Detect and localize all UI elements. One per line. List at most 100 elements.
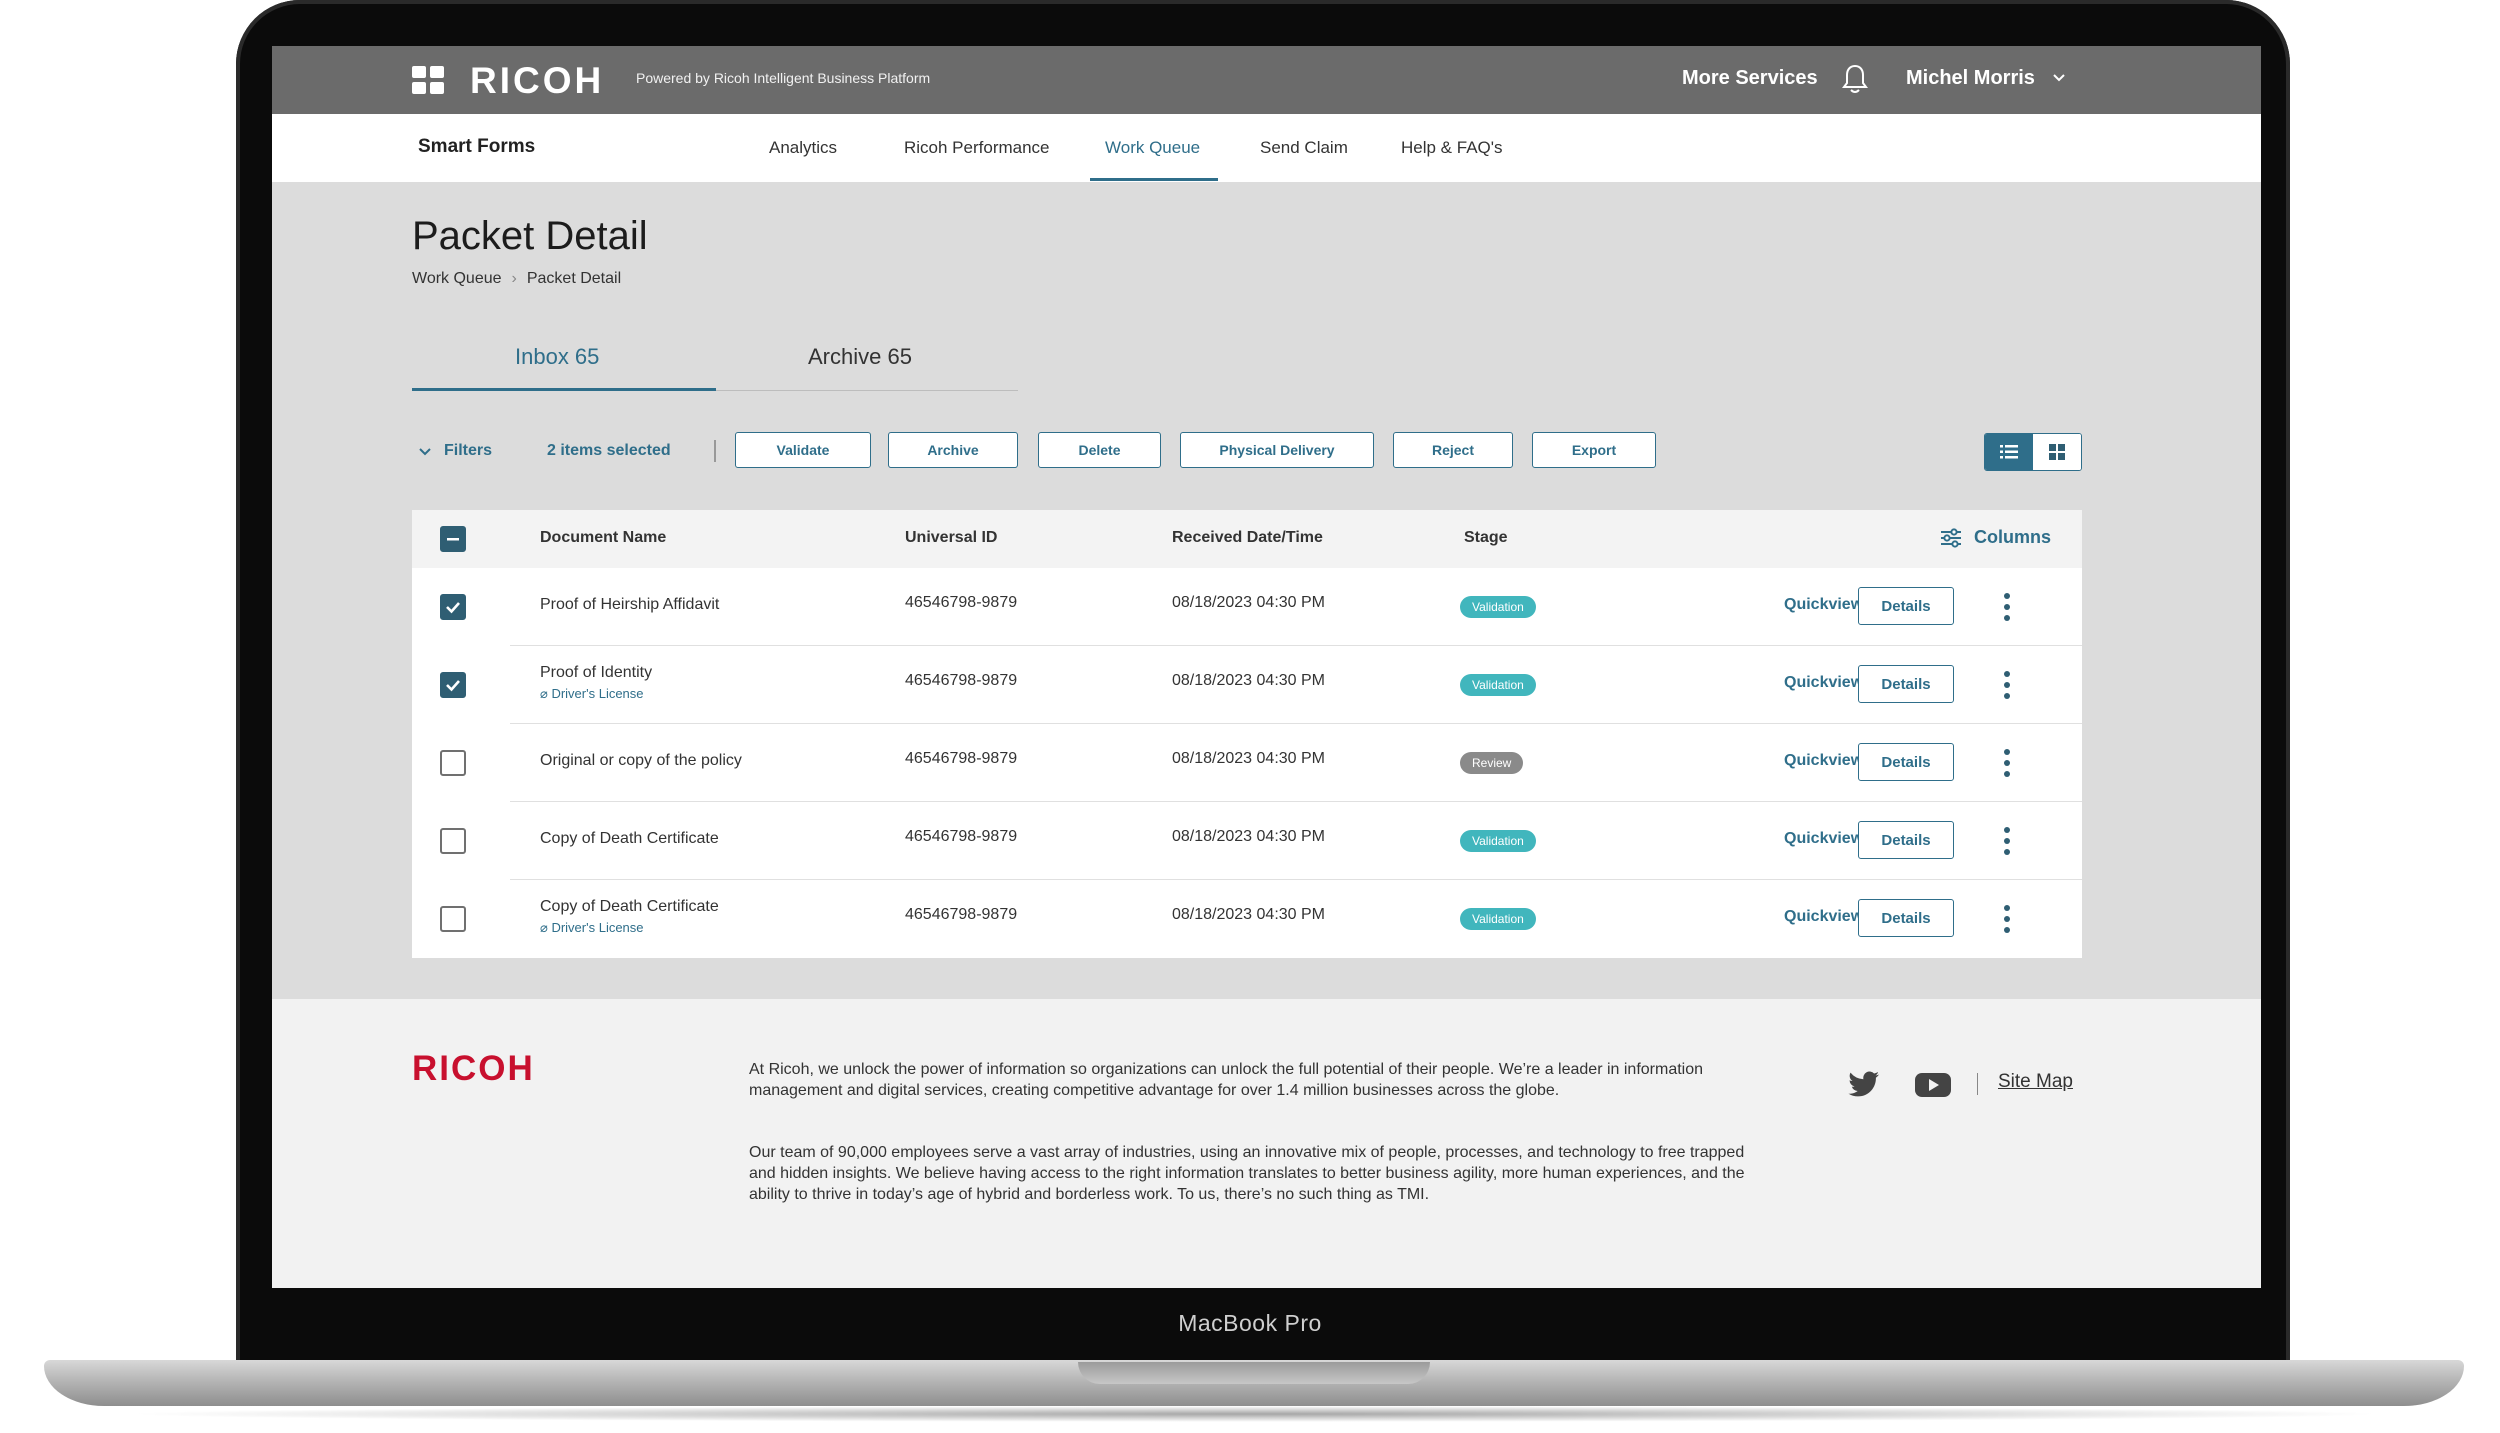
main-nav: Smart Forms Analytics Ricoh Performance … (272, 114, 2261, 182)
archive-button[interactable]: Archive (888, 432, 1018, 468)
universal-id: 46546798-9879 (905, 906, 1018, 923)
details-button[interactable]: Details (1858, 743, 1954, 781)
list-icon (2000, 445, 2018, 459)
received-date: 08/18/2023 04:30 PM (1172, 828, 1326, 845)
nav-tab-send-claim[interactable]: Send Claim (1260, 138, 1348, 158)
nav-tab-help-faq[interactable]: Help & FAQ's (1401, 138, 1503, 158)
quickview-link[interactable]: Quickview (1784, 674, 1863, 692)
received-date: 08/18/2023 04:30 PM (1172, 750, 1326, 767)
row-checkbox[interactable] (440, 906, 466, 932)
document-name[interactable]: Copy of Death Certificate (540, 898, 719, 916)
more-options-icon[interactable] (2002, 593, 2012, 621)
validate-button[interactable]: Validate (735, 432, 871, 468)
column-universal-id[interactable]: Universal ID (905, 529, 997, 547)
minus-icon (447, 538, 459, 541)
quickview-link[interactable]: Quickview (1784, 752, 1863, 770)
laptop-notch (1078, 1362, 1430, 1384)
tab-archive[interactable]: Archive 65 (808, 344, 912, 370)
footer-logo[interactable]: RICOH (412, 1049, 535, 1089)
row-checkbox[interactable] (440, 750, 466, 776)
breadcrumb-work-queue[interactable]: Work Queue (412, 270, 502, 287)
row-checkbox[interactable] (440, 828, 466, 854)
attachment-link[interactable]: ⌀ Driver's License (540, 686, 644, 702)
row-checkbox[interactable] (440, 594, 466, 620)
documents-table: Document Name Universal ID Received Date… (412, 510, 2082, 958)
powered-by-text: Powered by Ricoh Intelligent Business Pl… (636, 70, 931, 86)
chevron-right-icon: › (511, 270, 517, 287)
attachment-link[interactable]: ⌀ Driver's License (540, 920, 644, 936)
nav-tab-analytics[interactable]: Analytics (769, 138, 837, 158)
export-button[interactable]: Export (1532, 432, 1656, 468)
stage-badge: Validation (1460, 674, 1536, 696)
document-name[interactable]: Proof of Identity (540, 664, 652, 682)
document-name[interactable]: Proof of Heirship Affidavit (540, 596, 719, 614)
more-options-icon[interactable] (2002, 827, 2012, 855)
physical-delivery-button[interactable]: Physical Delivery (1180, 432, 1374, 468)
details-button[interactable]: Details (1858, 821, 1954, 859)
delete-button[interactable]: Delete (1038, 432, 1161, 468)
stage-badge: Validation (1460, 830, 1536, 852)
table-row[interactable]: Proof of Identity ⌀ Driver's License 465… (412, 646, 2082, 724)
product-name[interactable]: Smart Forms (418, 136, 535, 158)
more-options-icon[interactable] (2002, 671, 2012, 699)
nav-tab-ricoh-performance[interactable]: Ricoh Performance (904, 138, 1050, 158)
table-header: Document Name Universal ID Received Date… (412, 510, 2082, 568)
select-all-checkbox[interactable] (440, 526, 466, 552)
bell-icon[interactable] (1840, 63, 1870, 95)
twitter-icon[interactable] (1848, 1071, 1880, 1099)
more-options-icon[interactable] (2002, 905, 2012, 933)
youtube-icon[interactable] (1914, 1071, 1952, 1099)
details-button[interactable]: Details (1858, 587, 1954, 625)
footer-paragraph-1: At Ricoh, we unlock the power of informa… (749, 1061, 1704, 1099)
received-date: 08/18/2023 04:30 PM (1172, 906, 1326, 923)
received-date: 08/18/2023 04:30 PM (1172, 594, 1326, 611)
stage-badge: Validation (1460, 596, 1536, 618)
column-document-name[interactable]: Document Name (540, 529, 666, 547)
table-row[interactable]: Copy of Death Certificate ⌀ Driver's Lic… (412, 880, 2082, 958)
sliders-icon (1941, 528, 1961, 548)
grid-view-button[interactable] (2033, 434, 2081, 470)
footer: RICOH At Ricoh, we unlock the power of i… (272, 999, 2261, 1288)
details-button[interactable]: Details (1858, 665, 1954, 703)
site-map-link[interactable]: Site Map (1998, 1071, 2073, 1093)
column-received-date[interactable]: Received Date/Time (1172, 529, 1323, 547)
list-view-button[interactable] (1985, 434, 2033, 470)
table-row[interactable]: Original or copy of the policy 46546798-… (412, 724, 2082, 802)
active-tab-indicator (1090, 178, 1218, 181)
selected-count: 2 items selected (547, 442, 671, 459)
chevron-down-icon[interactable] (2050, 68, 2068, 86)
view-toggle (1984, 433, 2082, 471)
apps-grid-icon[interactable] (412, 66, 446, 96)
table-row[interactable]: Copy of Death Certificate 46546798-9879 … (412, 802, 2082, 880)
tab-inbox[interactable]: Inbox 65 (515, 344, 599, 370)
column-stage[interactable]: Stage (1464, 529, 1508, 547)
stage-badge: Review (1460, 752, 1524, 774)
stage-badge: Validation (1460, 908, 1536, 930)
more-services-link[interactable]: More Services (1682, 67, 1818, 90)
filters-toggle[interactable]: Filters (418, 442, 492, 460)
nav-tab-work-queue[interactable]: Work Queue (1105, 138, 1200, 158)
quickview-link[interactable]: Quickview (1784, 596, 1863, 614)
reject-button[interactable]: Reject (1393, 432, 1513, 468)
brand-logo[interactable]: RICOH (470, 60, 604, 102)
paperclip-icon: ⌀ (540, 920, 552, 935)
laptop-shadow (120, 1406, 2390, 1422)
quickview-link[interactable]: Quickview (1784, 830, 1863, 848)
columns-button[interactable]: Columns (1940, 527, 2051, 548)
quickview-link[interactable]: Quickview (1784, 908, 1863, 926)
table-row[interactable]: Proof of Heirship Affidavit 46546798-987… (412, 568, 2082, 646)
chevron-down-icon (419, 448, 431, 456)
universal-id: 46546798-9879 (905, 672, 1018, 689)
universal-id: 46546798-9879 (905, 594, 1018, 611)
document-name[interactable]: Copy of Death Certificate (540, 830, 719, 848)
top-bar: RICOH Powered by Ricoh Intelligent Busin… (272, 46, 2261, 114)
device-label: MacBook Pro (1178, 1310, 1322, 1336)
document-name[interactable]: Original or copy of the policy (540, 752, 742, 770)
more-options-icon[interactable] (2002, 749, 2012, 777)
details-button[interactable]: Details (1858, 899, 1954, 937)
row-checkbox[interactable] (440, 672, 466, 698)
footer-paragraph-2: Our team of 90,000 employees serve a vas… (749, 1144, 1745, 1203)
universal-id: 46546798-9879 (905, 750, 1018, 767)
breadcrumb: Work Queue › Packet Detail (412, 270, 621, 288)
user-menu[interactable]: Michel Morris (1906, 67, 2035, 90)
